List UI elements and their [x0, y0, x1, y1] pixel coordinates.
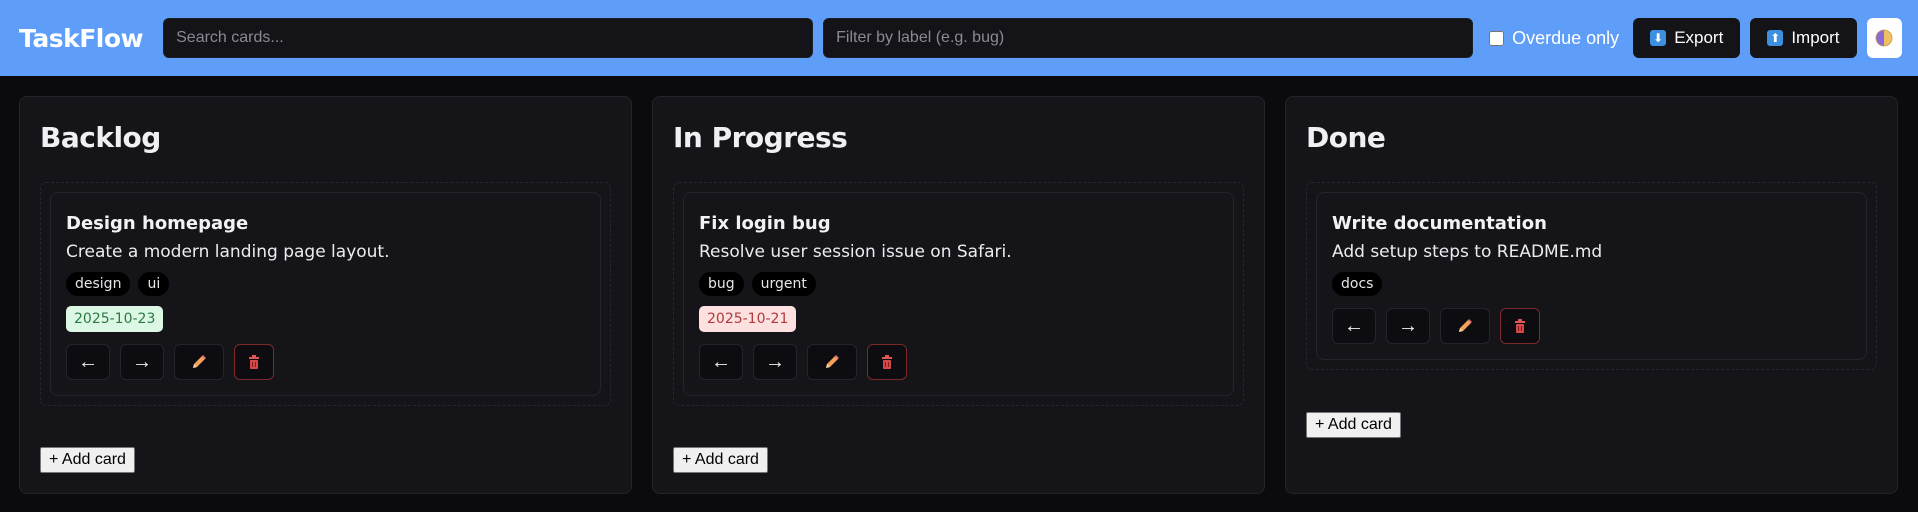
- arrow-right-icon: →: [1398, 314, 1418, 337]
- due-date-badge: 2025-10-23: [66, 306, 164, 332]
- move-left-button[interactable]: ←: [1332, 308, 1376, 344]
- card-dropzone[interactable]: Fix login bug Resolve user session issue…: [673, 182, 1244, 406]
- delete-card-button[interactable]: [1500, 308, 1540, 344]
- move-right-button[interactable]: →: [120, 344, 164, 380]
- label-chip[interactable]: design: [66, 272, 131, 296]
- upload-icon: ⬆: [1767, 30, 1784, 46]
- arrow-left-icon: ←: [711, 350, 731, 373]
- label-chip[interactable]: ui: [138, 272, 170, 296]
- overdue-label: Overdue only: [1512, 27, 1620, 48]
- top-bar: TaskFlow Overdue only ⬇ Export ⬆ Import: [0, 0, 1918, 76]
- app-brand: TaskFlow: [19, 23, 144, 53]
- move-left-button[interactable]: ←: [699, 344, 743, 380]
- label-chip[interactable]: bug: [699, 272, 744, 296]
- edit-card-button[interactable]: [174, 344, 224, 380]
- pencil-icon: [1459, 319, 1472, 332]
- add-card-button[interactable]: + Add card: [40, 447, 135, 473]
- search-input[interactable]: [163, 18, 814, 58]
- arrow-left-icon: ←: [78, 350, 98, 373]
- label-chip[interactable]: docs: [1332, 272, 1383, 296]
- card-labels: design ui: [66, 272, 585, 296]
- card-title: Fix login bug: [699, 213, 831, 234]
- card-description: Add setup steps to README.md: [1332, 242, 1603, 262]
- column-title: Done: [1306, 121, 1386, 154]
- column-done: Done Write documentation Add setup steps…: [1285, 96, 1898, 494]
- card-actions: ← →: [699, 344, 1218, 380]
- due-date-badge: 2025-10-21: [699, 306, 797, 332]
- theme-icon: [1875, 29, 1893, 47]
- pencil-icon: [193, 355, 206, 368]
- pencil-icon: [826, 355, 839, 368]
- trash-icon: [882, 355, 892, 369]
- delete-card-button[interactable]: [234, 344, 274, 380]
- import-label: Import: [1791, 28, 1840, 47]
- arrow-right-icon: →: [132, 350, 152, 373]
- card-title: Write documentation: [1332, 213, 1547, 234]
- edit-card-button[interactable]: [807, 344, 857, 380]
- column-in-progress: In Progress Fix login bug Resolve user s…: [652, 96, 1265, 494]
- arrow-right-icon: →: [765, 350, 785, 373]
- column-backlog: Backlog Design homepage Create a modern …: [19, 96, 632, 494]
- export-button[interactable]: ⬇ Export: [1633, 18, 1741, 58]
- label-chip[interactable]: urgent: [751, 272, 816, 296]
- label-filter-input[interactable]: [823, 18, 1474, 58]
- download-icon: ⬇: [1650, 30, 1667, 46]
- card-actions: ← →: [66, 344, 585, 380]
- add-card-button[interactable]: + Add card: [1306, 412, 1401, 438]
- trash-icon: [1515, 319, 1525, 333]
- card-actions: ← →: [1332, 308, 1851, 344]
- card-title: Design homepage: [66, 213, 249, 234]
- export-label: Export: [1674, 28, 1724, 47]
- theme-toggle-button[interactable]: [1866, 18, 1902, 58]
- delete-card-button[interactable]: [867, 344, 907, 380]
- card-labels: bug urgent: [699, 272, 1218, 296]
- overdue-toggle[interactable]: Overdue only: [1489, 28, 1619, 49]
- edit-card-button[interactable]: [1440, 308, 1490, 344]
- move-right-button[interactable]: →: [1386, 308, 1430, 344]
- column-title: In Progress: [673, 121, 848, 154]
- trash-icon: [249, 355, 259, 369]
- add-card-button[interactable]: + Add card: [673, 447, 768, 473]
- task-card[interactable]: Write documentation Add setup steps to R…: [1316, 192, 1867, 360]
- card-labels: docs: [1332, 272, 1851, 296]
- import-button[interactable]: ⬆ Import: [1750, 18, 1857, 58]
- card-description: Create a modern landing page layout.: [66, 242, 390, 262]
- move-left-button[interactable]: ←: [66, 344, 110, 380]
- task-card[interactable]: Fix login bug Resolve user session issue…: [683, 192, 1234, 396]
- card-dropzone[interactable]: Write documentation Add setup steps to R…: [1306, 182, 1877, 370]
- arrow-left-icon: ←: [1344, 314, 1364, 337]
- task-card[interactable]: Design homepage Create a modern landing …: [50, 192, 601, 396]
- kanban-board: Backlog Design homepage Create a modern …: [0, 76, 1918, 494]
- card-description: Resolve user session issue on Safari.: [699, 242, 1012, 262]
- column-title: Backlog: [40, 121, 161, 154]
- overdue-checkbox[interactable]: [1489, 30, 1505, 46]
- move-right-button[interactable]: →: [753, 344, 797, 380]
- card-dropzone[interactable]: Design homepage Create a modern landing …: [40, 182, 611, 406]
